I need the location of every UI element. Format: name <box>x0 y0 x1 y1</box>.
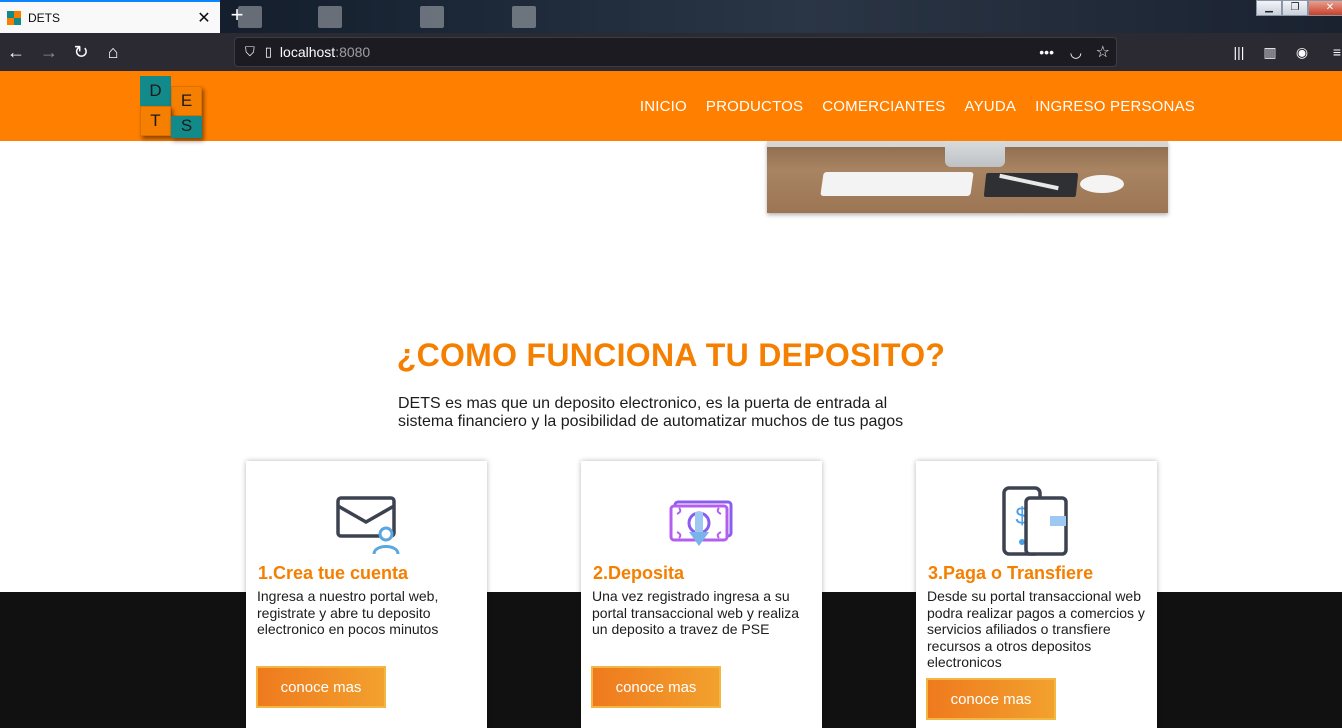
minimize-window-icon[interactable]: ▁ <box>1256 0 1282 16</box>
section-description: DETS es mas que un deposito electronico,… <box>398 395 938 431</box>
tab-title: DETS <box>28 10 61 25</box>
home-icon[interactable]: ⌂ <box>102 41 124 63</box>
account-icon[interactable]: ◉ <box>1291 41 1313 63</box>
menu-icon[interactable]: ≡ <box>1326 41 1342 63</box>
sidebar-icon[interactable]: ▥ <box>1259 41 1281 63</box>
phone-card-payment-icon: $ <box>1002 486 1068 556</box>
reload-icon[interactable]: ↻ <box>70 41 92 63</box>
card-title: 1.Crea tue cuenta <box>258 563 409 583</box>
desktop-icon <box>512 6 536 28</box>
close-tab-icon[interactable]: ✕ <box>194 8 214 28</box>
desktop-icon <box>238 6 262 28</box>
money-deposit-icon <box>669 500 733 546</box>
conoce-mas-button[interactable]: conoce mas <box>591 666 721 708</box>
site-header: D E T S INICIO PRODUCTOS COMERCIANTES AY… <box>0 71 1342 141</box>
url-bar[interactable]: ⛉ ▯ localhost:8080 ••• ◡ ☆ <box>234 37 1117 67</box>
forward-icon[interactable]: → <box>38 41 60 63</box>
section-description-line: DETS es mas que un deposito electronico,… <box>398 395 888 412</box>
card-text: Desde su portal transaccional web podra … <box>927 588 1145 670</box>
logo-tile-d: D <box>140 76 171 106</box>
close-window-icon[interactable]: ✕ <box>1308 0 1342 16</box>
favicon-icon <box>7 10 21 25</box>
step-card-3: $ 3.Paga o Transfiere Desde su portal tr… <box>916 461 1157 728</box>
card-title: 3.Paga o Transfiere <box>928 563 1094 583</box>
hero-desk-image <box>767 141 1168 213</box>
card-text: Una vez registrado ingresa a su portal t… <box>592 588 799 637</box>
web-page: D E T S INICIO PRODUCTOS COMERCIANTES AY… <box>0 71 1342 728</box>
restore-window-icon[interactable]: ❐ <box>1282 0 1308 16</box>
card-title: 2.Deposita <box>593 563 685 583</box>
browser-tab[interactable]: DETS ✕ <box>0 0 220 33</box>
card-text: Ingresa a nuestro portal web, registrate… <box>257 588 439 637</box>
nav-comerciantes[interactable]: COMERCIANTES <box>822 98 945 115</box>
envelope-user-icon <box>336 496 400 555</box>
desktop-icon <box>420 6 444 28</box>
section-title: ¿COMO FUNCIONA TU DEPOSITO? <box>396 337 946 373</box>
nav-inicio[interactable]: INICIO <box>640 98 687 115</box>
page-icon[interactable]: ▯ <box>265 44 272 60</box>
bookmark-star-icon[interactable]: ☆ <box>1096 42 1110 62</box>
section-description-line: sistema financiero y la posibilidad de a… <box>398 413 904 430</box>
url-host: localhost <box>279 44 336 60</box>
nav-productos[interactable]: PRODUCTOS <box>706 98 803 115</box>
browser-tab-strip: DETS ✕ + ▁ ❐ ✕ <box>0 0 1342 33</box>
logo[interactable]: D E T S <box>140 76 203 138</box>
main-nav: INICIO PRODUCTOS COMERCIANTES AYUDA INGR… <box>640 71 1195 141</box>
conoce-mas-button[interactable]: conoce mas <box>256 666 386 708</box>
nav-ayuda[interactable]: AYUDA <box>965 98 1017 115</box>
logo-tile-s: S <box>171 116 202 138</box>
conoce-mas-button[interactable]: conoce mas <box>926 678 1056 720</box>
desktop-icon <box>318 6 342 28</box>
more-icon[interactable]: ••• <box>1039 44 1054 60</box>
back-icon[interactable]: ← <box>5 41 27 63</box>
library-icon[interactable]: ||| <box>1228 41 1250 63</box>
logo-tile-e: E <box>171 86 202 116</box>
step-card-1: 1.Crea tue cuenta Ingresa a nuestro port… <box>246 461 487 728</box>
nav-ingreso-personas[interactable]: INGRESO PERSONAS <box>1035 98 1195 115</box>
pocket-icon[interactable]: ◡ <box>1070 44 1082 61</box>
logo-tile-t: T <box>140 106 171 136</box>
browser-toolbar: ← → ↻ ⌂ ⛉ ▯ localhost:8080 ••• ◡ ☆ ||| ▥… <box>0 33 1342 71</box>
window-controls: ▁ ❐ ✕ <box>1256 0 1342 16</box>
step-card-2: 2.Deposita Una vez registrado ingresa a … <box>581 461 822 728</box>
url-port: :8080 <box>335 44 371 60</box>
shield-icon[interactable]: ⛉ <box>245 44 255 60</box>
